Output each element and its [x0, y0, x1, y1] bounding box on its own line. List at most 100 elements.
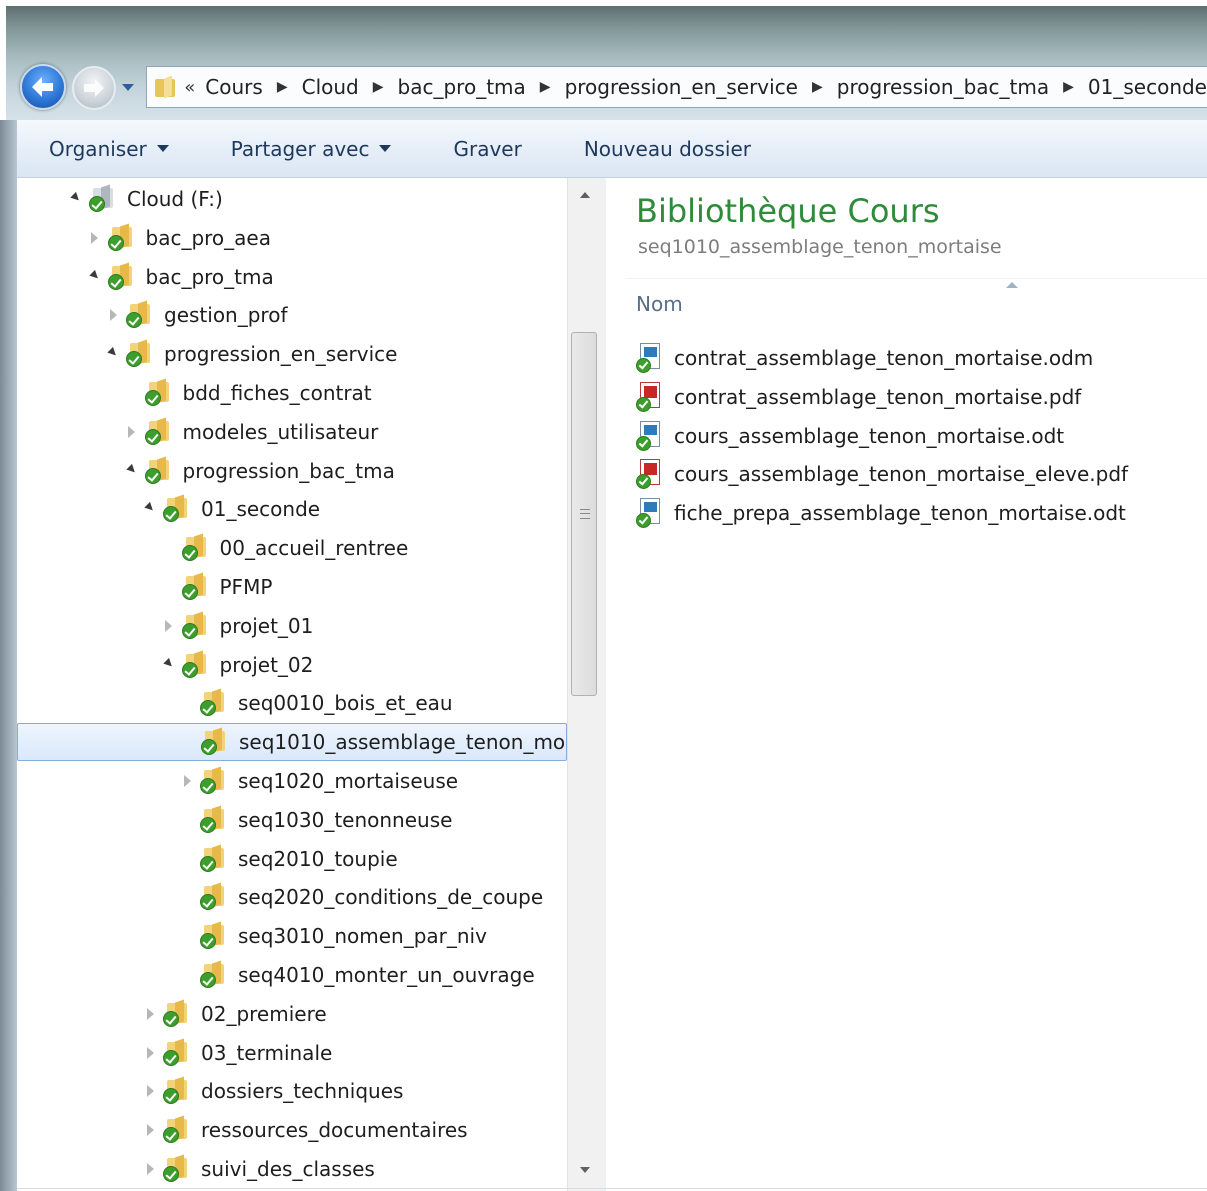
- synced-folder-icon: [144, 456, 173, 484]
- tree-item[interactable]: suivi_des_classes: [17, 1150, 567, 1188]
- breadcrumb-separator-icon[interactable]: ▶: [277, 79, 288, 95]
- column-header-name[interactable]: Nom: [636, 292, 683, 316]
- tree-item[interactable]: bac_pro_aea: [17, 219, 567, 257]
- tree-item[interactable]: seq1020_mortaiseuse: [17, 762, 567, 800]
- tree-item[interactable]: progression_en_service: [17, 335, 567, 373]
- breadcrumb-item[interactable]: progression_bac_tma: [837, 75, 1049, 99]
- navigation-scrollbar[interactable]: [567, 178, 603, 1191]
- organize-button[interactable]: Organiser: [17, 137, 199, 161]
- collapsed-arrow-icon[interactable]: [143, 1007, 157, 1021]
- expanded-arrow-icon[interactable]: [162, 658, 176, 672]
- tree-item[interactable]: modeles_utilisateur: [17, 413, 567, 451]
- share-with-button[interactable]: Partager avec: [199, 137, 422, 161]
- expanded-arrow-icon[interactable]: [88, 270, 102, 284]
- breadcrumb-item[interactable]: 01_seconde: [1088, 75, 1207, 99]
- tree-item[interactable]: progression_bac_tma: [17, 452, 567, 490]
- synced-folder-icon: [144, 417, 173, 445]
- expanded-arrow-icon[interactable]: [143, 502, 157, 516]
- tree-item[interactable]: seq2010_toupie: [17, 840, 567, 878]
- file-name: cours_assemblage_tenon_mortaise.odt: [674, 423, 1065, 448]
- breadcrumb-item[interactable]: Cours: [205, 75, 263, 99]
- synced-folder-icon: [200, 960, 228, 988]
- tree-item[interactable]: ressources_documentaires: [17, 1111, 567, 1149]
- synced-folder-icon: [144, 378, 173, 406]
- tree-item[interactable]: PFMP: [17, 568, 567, 606]
- no-expander: [180, 890, 194, 904]
- tree-item-label: progression_en_service: [164, 342, 398, 367]
- tree-item[interactable]: seq0010_bois_et_eau: [17, 684, 567, 722]
- synced-folder-icon: [107, 223, 136, 251]
- tree-item[interactable]: 03_terminale: [17, 1034, 567, 1072]
- tree-item[interactable]: 01_seconde: [17, 490, 567, 528]
- scrollbar-thumb[interactable]: [571, 332, 597, 696]
- tree-item[interactable]: dossiers_techniques: [17, 1072, 567, 1110]
- tree-item[interactable]: seq1010_assemblage_tenon_mortaise: [17, 723, 567, 762]
- collapsed-arrow-icon[interactable]: [162, 619, 176, 633]
- synced-folder-icon: [200, 882, 228, 911]
- share-with-label: Partager avec: [230, 136, 370, 161]
- forward-button[interactable]: [72, 66, 116, 110]
- tree-item[interactable]: projet_01: [17, 607, 567, 645]
- collapsed-arrow-icon[interactable]: [125, 425, 139, 439]
- synced-folder-icon: [181, 650, 210, 678]
- collapsed-arrow-icon[interactable]: [143, 1123, 157, 1137]
- tree-item-label: projet_02: [219, 652, 314, 677]
- synced-drive-icon: [89, 184, 117, 212]
- library-title: Bibliothèque Cours: [636, 192, 940, 230]
- tree-item-label: bac_pro_aea: [145, 225, 271, 250]
- tree-item[interactable]: bac_pro_tma: [17, 258, 567, 296]
- collapsed-arrow-icon[interactable]: [143, 1162, 157, 1176]
- breadcrumb-overflow[interactable]: «: [184, 77, 195, 98]
- address-bar[interactable]: « Cours ▶ Cloud ▶ bac_pro_tma ▶ progress…: [146, 66, 1207, 108]
- synced-folder-icon: [181, 572, 210, 600]
- collapsed-arrow-icon[interactable]: [143, 1046, 157, 1060]
- synced-folder-icon: [181, 533, 210, 562]
- file-item[interactable]: cours_assemblage_tenon_mortaise_eleve.pd…: [636, 456, 1128, 492]
- breadcrumb-separator-icon[interactable]: ▶: [1063, 79, 1074, 95]
- tree-item[interactable]: seq1030_tenonneuse: [17, 801, 567, 839]
- pdf-file-icon: [636, 459, 662, 490]
- collapsed-arrow-icon[interactable]: [143, 1084, 157, 1098]
- breadcrumb-separator-icon[interactable]: ▶: [812, 79, 823, 95]
- synced-folder-icon: [107, 262, 136, 290]
- synced-folder-icon: [200, 921, 228, 950]
- tree-item[interactable]: projet_02: [17, 646, 567, 684]
- breadcrumb-separator-icon[interactable]: ▶: [540, 79, 551, 95]
- scroll-up-arrow-icon[interactable]: [580, 192, 590, 198]
- file-item[interactable]: cours_assemblage_tenon_mortaise.odt: [636, 418, 1064, 454]
- recent-pages-dropdown-icon[interactable]: [122, 84, 134, 91]
- tree-item[interactable]: 02_premiere: [17, 995, 567, 1033]
- no-expander: [180, 852, 194, 866]
- no-expander: [180, 813, 194, 827]
- breadcrumb-item[interactable]: bac_pro_tma: [398, 75, 526, 99]
- new-folder-label: Nouveau dossier: [583, 136, 751, 161]
- expanded-arrow-icon[interactable]: [69, 192, 83, 206]
- file-item[interactable]: contrat_assemblage_tenon_mortaise.odm: [636, 340, 1093, 376]
- collapsed-arrow-icon[interactable]: [180, 774, 194, 788]
- tree-item-label: seq0010_bois_et_eau: [238, 691, 453, 716]
- file-item[interactable]: contrat_assemblage_tenon_mortaise.pdf: [636, 379, 1081, 415]
- burn-button[interactable]: Graver: [421, 137, 551, 161]
- tree-item[interactable]: bdd_fiches_contrat: [17, 374, 567, 412]
- collapsed-arrow-icon[interactable]: [88, 231, 102, 245]
- file-item[interactable]: fiche_prepa_assemblage_tenon_mortaise.od…: [636, 495, 1126, 531]
- tree-item-label: bac_pro_tma: [145, 264, 274, 289]
- tree-item-label: ressources_documentaires: [201, 1118, 468, 1143]
- breadcrumb-item[interactable]: Cloud: [302, 75, 359, 99]
- breadcrumb-separator-icon[interactable]: ▶: [373, 79, 384, 95]
- breadcrumb-item[interactable]: progression_en_service: [565, 75, 798, 99]
- expanded-arrow-icon[interactable]: [106, 347, 120, 361]
- expanded-arrow-icon[interactable]: [125, 464, 139, 478]
- tree-item[interactable]: seq2020_conditions_de_coupe: [17, 878, 567, 916]
- no-expander: [180, 696, 194, 710]
- tree-item[interactable]: seq3010_nomen_par_niv: [17, 917, 567, 955]
- tree-item[interactable]: seq4010_monter_un_ouvrage: [17, 956, 567, 994]
- tree-item[interactable]: gestion_prof: [17, 296, 567, 334]
- tree-item[interactable]: Cloud (F:): [17, 180, 567, 218]
- scroll-down-arrow-icon[interactable]: [580, 1167, 590, 1173]
- collapsed-arrow-icon[interactable]: [106, 308, 120, 322]
- tree-item[interactable]: 00_accueil_rentree: [17, 529, 567, 567]
- new-folder-button[interactable]: Nouveau dossier: [552, 137, 781, 161]
- pdf-file-icon: [636, 381, 662, 412]
- back-button[interactable]: [20, 64, 66, 110]
